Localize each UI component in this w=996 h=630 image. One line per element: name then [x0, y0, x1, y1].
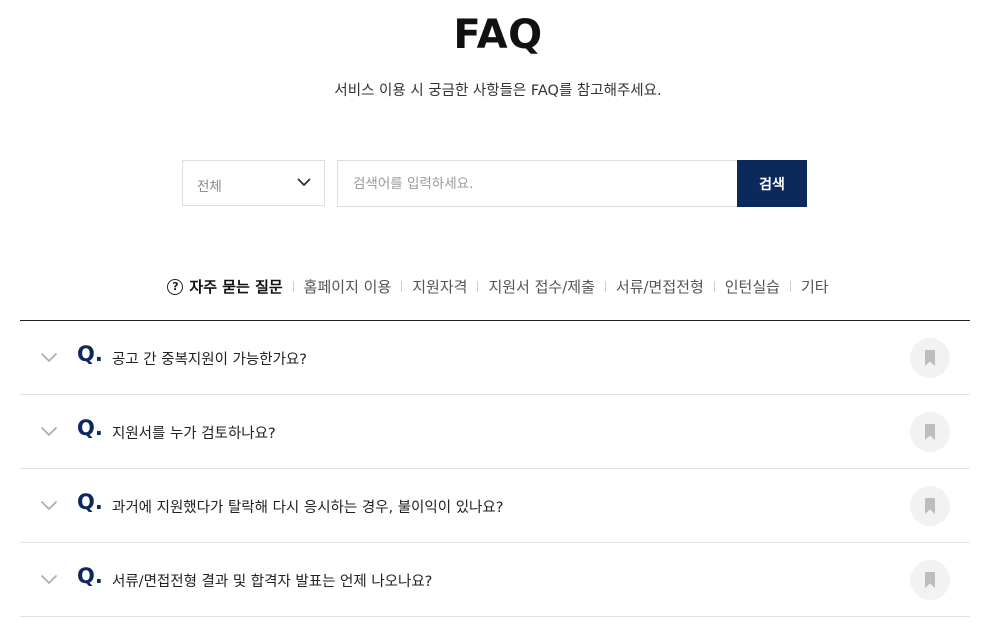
- search-input[interactable]: [337, 160, 738, 207]
- bookmark-icon: [925, 498, 935, 514]
- bookmark-button[interactable]: [910, 412, 950, 452]
- tab-eligibility[interactable]: 지원자격: [405, 276, 474, 297]
- faq-item[interactable]: Q. 서류/면접전형 결과 및 합격자 발표는 언제 나오나요?: [20, 543, 970, 617]
- tab-etc[interactable]: 기타: [794, 276, 836, 297]
- tab-label: 자주 묻는 질문: [189, 278, 283, 296]
- chevron-down-icon[interactable]: [40, 500, 58, 511]
- tab-frequent-questions[interactable]: ? 자주 묻는 질문: [160, 276, 289, 297]
- tab-divider: [477, 281, 479, 292]
- chevron-down-icon: [297, 178, 311, 187]
- faq-category-tabs: ? 자주 묻는 질문 홈페이지 이용 지원자격 지원서 접수/제출 서류/면접전…: [0, 276, 996, 297]
- faq-question: 지원서를 누가 검토하나요?: [112, 426, 276, 442]
- search-button[interactable]: 검색: [737, 160, 807, 207]
- faq-question: 서류/면접전형 결과 및 합격자 발표는 언제 나오나요?: [112, 574, 433, 590]
- bookmark-button[interactable]: [910, 338, 950, 378]
- tab-label: 서류/면접전형: [615, 278, 704, 296]
- page-title: FAQ: [453, 12, 543, 58]
- bookmark-button[interactable]: [910, 560, 950, 600]
- tab-label: 지원자격: [412, 278, 468, 296]
- tab-label: 홈페이지 이용: [303, 278, 392, 296]
- faq-item[interactable]: Q. 공고 간 중복지원이 가능한가요?: [20, 321, 970, 395]
- faq-question: 공고 간 중복지원이 가능한가요?: [112, 352, 307, 368]
- question-mark-label: Q.: [77, 564, 103, 588]
- tab-application-submission[interactable]: 지원서 접수/제출: [481, 276, 601, 297]
- tab-divider: [401, 281, 403, 292]
- faq-item[interactable]: Q. 지원서를 누가 검토하나요?: [20, 395, 970, 469]
- question-mark-label: Q.: [77, 342, 103, 366]
- bookmark-icon: [925, 424, 935, 440]
- tab-label: 기타: [800, 278, 829, 296]
- tab-divider: [292, 281, 294, 292]
- question-mark-label: Q.: [77, 416, 103, 440]
- tab-internship[interactable]: 인턴실습: [718, 276, 787, 297]
- tab-document-interview[interactable]: 서류/면접전형: [609, 276, 711, 297]
- tab-divider: [604, 281, 606, 292]
- bookmark-icon: [925, 350, 935, 366]
- tab-label: 지원서 접수/제출: [488, 278, 595, 296]
- tab-label: 인턴실습: [724, 278, 780, 296]
- category-select[interactable]: 전체: [182, 160, 325, 206]
- question-mark-label: Q.: [77, 490, 103, 514]
- faq-list: Q. 공고 간 중복지원이 가능한가요? Q. 지원서를 누가 검토하나요? Q…: [20, 320, 970, 617]
- chevron-down-icon[interactable]: [40, 426, 58, 437]
- chevron-down-icon[interactable]: [40, 574, 58, 585]
- bookmark-icon: [925, 572, 935, 588]
- chevron-down-icon[interactable]: [40, 352, 58, 363]
- faq-item[interactable]: Q. 과거에 지원했다가 탈락해 다시 응시하는 경우, 불이익이 있나요?: [20, 469, 970, 543]
- category-select-value: 전체: [197, 179, 222, 195]
- tab-divider: [789, 281, 791, 292]
- page-subtitle: 서비스 이용 시 궁금한 사항들은 FAQ를 참고해주세요.: [334, 83, 662, 99]
- faq-question: 과거에 지원했다가 탈락해 다시 응시하는 경우, 불이익이 있나요?: [112, 500, 504, 516]
- question-circle-icon: ?: [167, 278, 184, 295]
- bookmark-button[interactable]: [910, 486, 950, 526]
- tab-homepage-use[interactable]: 홈페이지 이용: [297, 276, 399, 297]
- tab-divider: [713, 281, 715, 292]
